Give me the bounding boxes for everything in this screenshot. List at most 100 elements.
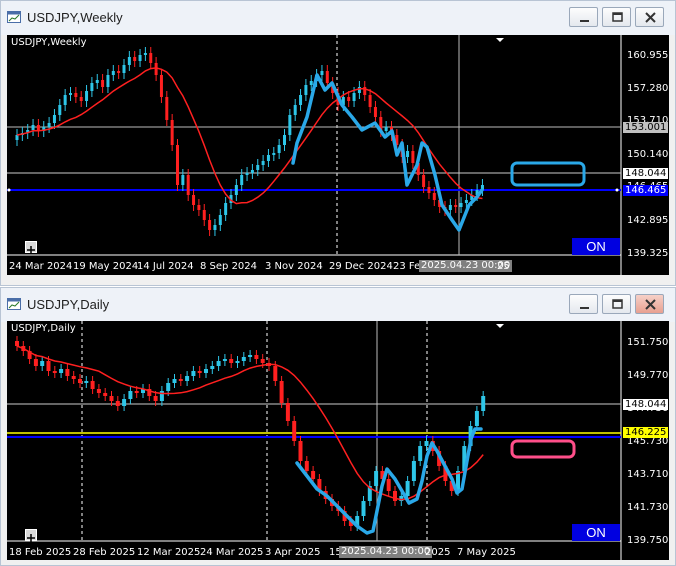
candle-body [159, 391, 164, 401]
candle-body [202, 210, 206, 220]
candle-body [84, 381, 89, 383]
close-button[interactable] [635, 294, 664, 314]
close-button[interactable] [635, 7, 664, 27]
weekly-expand-button[interactable] [25, 241, 37, 254]
chart-window-icon [7, 298, 21, 310]
chart-window-icon [7, 11, 21, 23]
weekly-hline-price-box: 153.001 [623, 122, 669, 133]
weekly-chart-area[interactable]: USDJPY,Weekly 160.955 157.280 153.710 15… [7, 35, 669, 275]
candle-body [384, 127, 388, 131]
daily-date-tick: 28 Feb 2025 [73, 547, 136, 558]
weekly-drawing-zigzag[interactable] [291, 73, 484, 232]
weekly-titlebar[interactable]: USDJPY,Weekly [1, 1, 675, 35]
candle-body [185, 376, 190, 381]
candle-body [186, 175, 190, 195]
candle-body [191, 371, 196, 376]
candle-body [63, 95, 67, 105]
candle-body [293, 105, 297, 115]
candle-body [213, 225, 217, 230]
candle-body [109, 396, 114, 401]
daily-shift-marker [496, 324, 504, 328]
daily-date-tick: 12 Mar 2025 [137, 547, 201, 558]
weekly-candles [15, 47, 484, 236]
weekly-price-tick: 150.140 [627, 149, 669, 160]
candle-body [172, 379, 177, 383]
candle-body [273, 366, 278, 381]
candle-body [459, 203, 463, 207]
candle-body [85, 91, 89, 101]
weekly-window-title: USDJPY,Weekly [27, 10, 123, 25]
candle-body [248, 355, 253, 357]
candle-body [448, 205, 452, 210]
daily-expand-button[interactable] [25, 529, 37, 542]
candle-body [256, 165, 260, 170]
candle-body [320, 71, 324, 75]
candle-body [298, 441, 303, 461]
candle-body [481, 396, 486, 411]
weekly-chart-label: USDJPY,Weekly [11, 37, 87, 48]
candle-body [58, 105, 62, 115]
candle-body [33, 359, 38, 366]
candle-body [229, 359, 234, 363]
minimize-icon [580, 20, 589, 22]
daily-target-box[interactable] [510, 439, 576, 459]
daily-window-title: USDJPY,Daily [27, 297, 110, 312]
candle-body [411, 151, 415, 163]
candle-body [299, 95, 303, 105]
weekly-right-dot [615, 188, 619, 192]
candle-body [127, 57, 131, 65]
candle-body [309, 81, 313, 85]
candle-body [368, 95, 372, 107]
candle-body [352, 93, 356, 101]
candle-body [241, 357, 246, 361]
plus-icon [27, 534, 35, 542]
candle-body [166, 383, 171, 391]
weekly-target-box[interactable] [510, 161, 586, 187]
weekly-blue-price-box: 146.465 [623, 185, 669, 196]
candle-body [347, 97, 351, 101]
daily-price-tick: 139.750 [627, 535, 669, 546]
candle-body [134, 391, 139, 393]
candle-body [283, 135, 286, 145]
candle-body [292, 421, 297, 441]
candle-body [95, 80, 99, 83]
weekly-date-tick: 14 Jul 2024 [137, 261, 194, 272]
candle-body [218, 215, 222, 225]
weekly-on-button[interactable]: ON [572, 238, 620, 255]
candle-body [178, 379, 183, 381]
daily-date-tick: 2025 [425, 547, 451, 558]
maximize-button[interactable] [602, 294, 631, 314]
weekly-price-tick: 160.955 [627, 50, 669, 61]
weekly-date-tick: 23 Fe [393, 261, 421, 272]
candle-body [311, 471, 316, 479]
candle-body [250, 170, 254, 173]
weekly-date-tick: 8 Sep 2024 [200, 261, 258, 272]
daily-titlebar[interactable]: USDJPY,Daily [1, 288, 675, 322]
candle-body [277, 145, 281, 153]
daily-chart-area[interactable]: USDJPY,Daily 151.750 149.770 147.750 145… [7, 321, 669, 560]
candle-body [325, 71, 329, 83]
candle-body [101, 80, 105, 87]
weekly-price-tick: 142.895 [627, 215, 669, 226]
candle-body [103, 393, 108, 396]
weekly-date-tick: 3 Nov 2024 [265, 261, 323, 272]
minimize-button[interactable] [569, 294, 598, 314]
candle-body [52, 371, 57, 373]
candle-body [474, 411, 479, 426]
candle-body [285, 403, 290, 421]
candle-body [106, 75, 110, 87]
weekly-date-tick: 19 May 2024 [73, 261, 139, 272]
candle-body [406, 151, 410, 157]
candle-body [192, 195, 196, 205]
maximize-button[interactable] [602, 7, 631, 27]
candle-body [245, 173, 249, 175]
candle-body [240, 175, 244, 185]
candle-body [143, 53, 147, 55]
daily-on-button[interactable]: ON [572, 524, 620, 541]
minimize-button[interactable] [569, 7, 598, 27]
candle-body [96, 389, 101, 393]
candle-body [464, 200, 468, 203]
candle-body [432, 193, 436, 200]
candle-body [197, 371, 202, 373]
daily-price-tick: 141.730 [627, 502, 669, 513]
